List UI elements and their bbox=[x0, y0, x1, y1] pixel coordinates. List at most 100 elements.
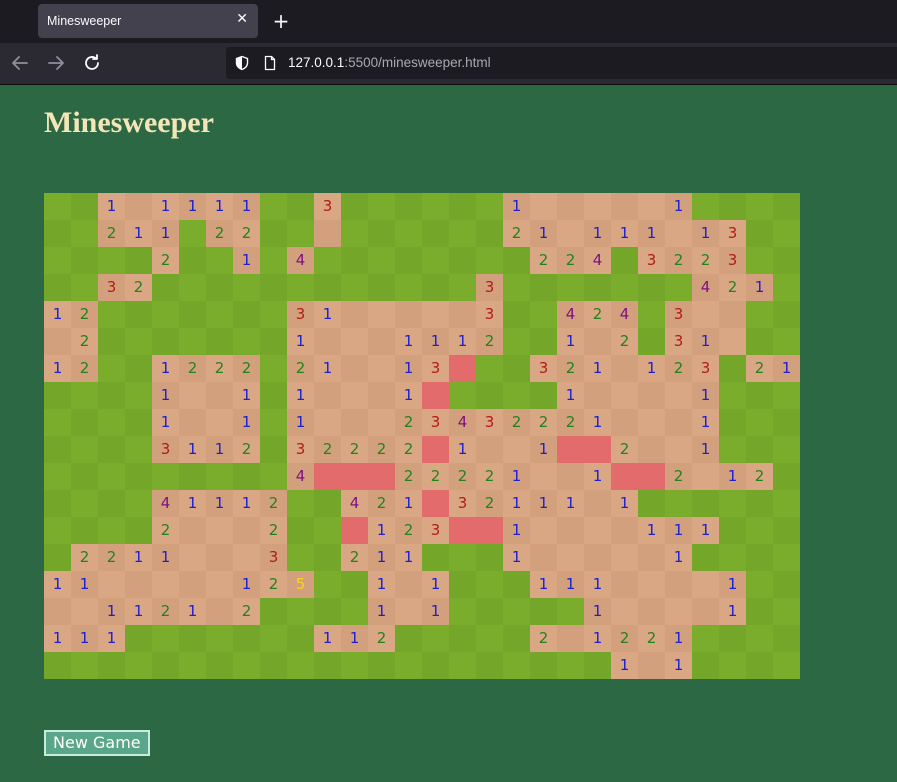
grass-cell[interactable] bbox=[44, 544, 71, 571]
grass-cell[interactable] bbox=[125, 247, 152, 274]
number-cell[interactable]: 2 bbox=[233, 355, 260, 382]
number-cell[interactable]: 2 bbox=[233, 598, 260, 625]
number-cell[interactable]: 1 bbox=[638, 517, 665, 544]
grass-cell[interactable] bbox=[773, 544, 800, 571]
grass-cell[interactable] bbox=[98, 517, 125, 544]
mine-cell[interactable] bbox=[341, 463, 368, 490]
number-cell[interactable]: 1 bbox=[368, 598, 395, 625]
grass-cell[interactable] bbox=[395, 193, 422, 220]
revealed-cell[interactable] bbox=[584, 382, 611, 409]
grass-cell[interactable] bbox=[44, 652, 71, 679]
grass-cell[interactable] bbox=[152, 301, 179, 328]
number-cell[interactable]: 1 bbox=[692, 382, 719, 409]
revealed-cell[interactable] bbox=[611, 382, 638, 409]
number-cell[interactable]: 2 bbox=[665, 247, 692, 274]
revealed-cell[interactable] bbox=[314, 382, 341, 409]
number-cell[interactable]: 3 bbox=[422, 409, 449, 436]
number-cell[interactable]: 1 bbox=[503, 463, 530, 490]
revealed-cell[interactable] bbox=[368, 409, 395, 436]
number-cell[interactable]: 1 bbox=[557, 571, 584, 598]
number-cell[interactable]: 2 bbox=[368, 436, 395, 463]
grass-cell[interactable] bbox=[476, 382, 503, 409]
number-cell[interactable]: 1 bbox=[665, 193, 692, 220]
number-cell[interactable]: 2 bbox=[476, 328, 503, 355]
number-cell[interactable]: 2 bbox=[665, 463, 692, 490]
revealed-cell[interactable] bbox=[611, 409, 638, 436]
number-cell[interactable]: 3 bbox=[422, 355, 449, 382]
revealed-cell[interactable] bbox=[206, 382, 233, 409]
grass-cell[interactable] bbox=[341, 247, 368, 274]
mine-cell[interactable] bbox=[611, 463, 638, 490]
grass-cell[interactable] bbox=[179, 652, 206, 679]
grass-cell[interactable] bbox=[71, 382, 98, 409]
number-cell[interactable]: 1 bbox=[503, 193, 530, 220]
number-cell[interactable]: 2 bbox=[746, 463, 773, 490]
mine-cell[interactable] bbox=[422, 436, 449, 463]
number-cell[interactable]: 3 bbox=[449, 490, 476, 517]
number-cell[interactable]: 1 bbox=[503, 544, 530, 571]
number-cell[interactable]: 2 bbox=[557, 409, 584, 436]
revealed-cell[interactable] bbox=[557, 544, 584, 571]
grass-cell[interactable] bbox=[179, 463, 206, 490]
grass-cell[interactable] bbox=[476, 544, 503, 571]
number-cell[interactable]: 1 bbox=[44, 355, 71, 382]
number-cell[interactable]: 2 bbox=[341, 436, 368, 463]
grass-cell[interactable] bbox=[665, 490, 692, 517]
grass-cell[interactable] bbox=[638, 274, 665, 301]
mine-cell[interactable] bbox=[449, 355, 476, 382]
grass-cell[interactable] bbox=[746, 247, 773, 274]
number-cell[interactable]: 1 bbox=[152, 220, 179, 247]
number-cell[interactable]: 1 bbox=[422, 571, 449, 598]
number-cell[interactable]: 2 bbox=[152, 598, 179, 625]
grass-cell[interactable] bbox=[422, 652, 449, 679]
mine-cell[interactable] bbox=[368, 463, 395, 490]
grass-cell[interactable] bbox=[287, 652, 314, 679]
grass-cell[interactable] bbox=[449, 598, 476, 625]
grass-cell[interactable] bbox=[773, 598, 800, 625]
grass-cell[interactable] bbox=[422, 625, 449, 652]
grass-cell[interactable] bbox=[206, 301, 233, 328]
grass-cell[interactable] bbox=[98, 247, 125, 274]
revealed-cell[interactable] bbox=[692, 463, 719, 490]
grass-cell[interactable] bbox=[746, 328, 773, 355]
grass-cell[interactable] bbox=[395, 247, 422, 274]
grass-cell[interactable] bbox=[449, 652, 476, 679]
grass-cell[interactable] bbox=[125, 625, 152, 652]
grass-cell[interactable] bbox=[503, 355, 530, 382]
revealed-cell[interactable] bbox=[557, 193, 584, 220]
grass-cell[interactable] bbox=[719, 382, 746, 409]
grass-cell[interactable] bbox=[44, 220, 71, 247]
number-cell[interactable]: 3 bbox=[287, 301, 314, 328]
grass-cell[interactable] bbox=[422, 220, 449, 247]
number-cell[interactable]: 2 bbox=[233, 220, 260, 247]
number-cell[interactable]: 1 bbox=[179, 490, 206, 517]
revealed-cell[interactable] bbox=[611, 517, 638, 544]
grass-cell[interactable] bbox=[557, 652, 584, 679]
grass-cell[interactable] bbox=[476, 220, 503, 247]
revealed-cell[interactable] bbox=[395, 598, 422, 625]
revealed-cell[interactable] bbox=[584, 328, 611, 355]
number-cell[interactable]: 3 bbox=[692, 355, 719, 382]
grass-cell[interactable] bbox=[287, 544, 314, 571]
number-cell[interactable]: 2 bbox=[71, 355, 98, 382]
grass-cell[interactable] bbox=[719, 436, 746, 463]
address-bar[interactable]: 127.0.0.1:5500/minesweeper.html bbox=[226, 47, 897, 79]
revealed-cell[interactable] bbox=[368, 382, 395, 409]
grass-cell[interactable] bbox=[206, 328, 233, 355]
grass-cell[interactable] bbox=[260, 220, 287, 247]
grass-cell[interactable] bbox=[179, 301, 206, 328]
number-cell[interactable]: 1 bbox=[152, 382, 179, 409]
number-cell[interactable]: 1 bbox=[746, 274, 773, 301]
grass-cell[interactable] bbox=[746, 436, 773, 463]
browser-tab[interactable]: Minesweeper ✕ bbox=[38, 4, 258, 38]
number-cell[interactable]: 1 bbox=[44, 301, 71, 328]
grass-cell[interactable] bbox=[503, 652, 530, 679]
number-cell[interactable]: 1 bbox=[395, 328, 422, 355]
revealed-cell[interactable] bbox=[557, 220, 584, 247]
grass-cell[interactable] bbox=[260, 247, 287, 274]
grass-cell[interactable] bbox=[773, 409, 800, 436]
revealed-cell[interactable] bbox=[341, 328, 368, 355]
number-cell[interactable]: 3 bbox=[719, 247, 746, 274]
grass-cell[interactable] bbox=[719, 355, 746, 382]
revealed-cell[interactable] bbox=[638, 436, 665, 463]
